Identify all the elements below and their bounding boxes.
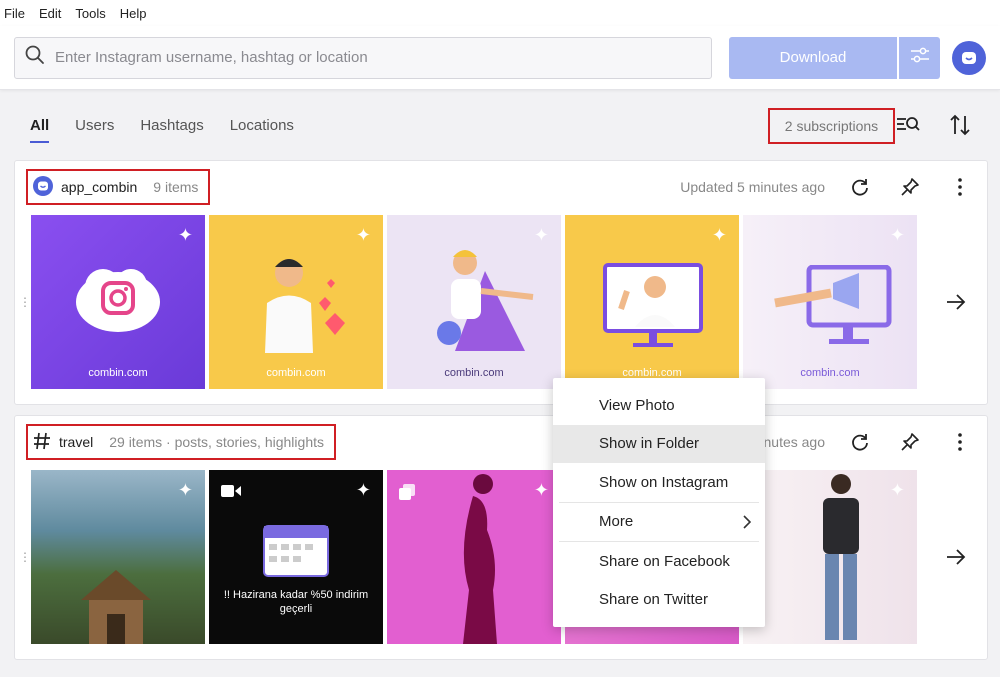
sparkle-icon: ✦ — [889, 480, 905, 500]
user-avatar-icon — [33, 175, 53, 199]
hashtag-icon — [33, 432, 51, 453]
search-input[interactable] — [55, 49, 655, 66]
thumbnail-caption: combin.com — [266, 367, 326, 379]
video-icon — [221, 484, 241, 503]
item-count: 9 items — [153, 179, 199, 195]
sparkle-icon: ✦ — [533, 480, 549, 500]
menu-bar: File Edit Tools Help — [0, 0, 1000, 26]
media-thumbnail[interactable]: ✦ — [31, 470, 205, 644]
media-thumbnail[interactable]: ✦ combin.com — [209, 215, 383, 389]
list-search-icon[interactable] — [896, 114, 922, 139]
sort-icon[interactable] — [950, 114, 970, 141]
menu-item-share-twitter[interactable]: Share on Twitter — [553, 581, 765, 620]
filter-button[interactable] — [899, 36, 940, 79]
tab-users[interactable]: Users — [75, 90, 114, 160]
subscription-name[interactable]: travel — [59, 434, 93, 450]
refresh-icon[interactable] — [849, 431, 871, 453]
tab-locations[interactable]: Locations — [230, 90, 294, 160]
media-thumbnail[interactable]: ✦ — [743, 470, 917, 644]
updated-time: nutes ago — [763, 434, 826, 450]
pin-icon[interactable] — [899, 176, 921, 198]
account-avatar[interactable] — [952, 40, 986, 75]
media-thumbnail[interactable]: ✦ combin.com — [387, 215, 561, 389]
tab-hashtags[interactable]: Hashtags — [140, 90, 203, 160]
tab-all[interactable]: All — [30, 90, 50, 160]
search-box[interactable] — [14, 36, 712, 79]
menu-item-more-label: More — [599, 513, 634, 531]
download-button[interactable]: Download — [729, 36, 897, 79]
pin-icon[interactable] — [899, 431, 921, 453]
thumbnail-caption: combin.com — [88, 367, 148, 379]
subscription-card-user: app_combin 9 items Updated 5 minutes ago… — [14, 160, 988, 405]
menu-tools[interactable]: Tools — [75, 6, 105, 21]
thumbnail-caption: !! Hazirana kadar %50 indirim geçerli — [223, 589, 369, 615]
filter-tabs: All Users Hashtags Locations 2 subscript… — [0, 90, 1000, 160]
more-options-icon[interactable] — [949, 176, 971, 198]
media-thumbnail[interactable]: ✦ !! Hazirana kadar %50 indirim geçerli — [209, 470, 383, 644]
menu-help[interactable]: Help — [120, 6, 147, 21]
media-thumbnail[interactable]: ✦ — [387, 470, 561, 644]
sparkle-icon: ✦ — [177, 225, 193, 245]
updated-time: Updated 5 minutes ago — [680, 179, 825, 195]
arrow-right-icon[interactable] — [945, 291, 967, 313]
menu-item-show-on-instagram[interactable]: Show on Instagram — [553, 463, 765, 502]
refresh-icon[interactable] — [849, 176, 871, 198]
menu-item-show-in-folder[interactable]: Show in Folder — [553, 424, 765, 463]
menu-item-share-facebook[interactable]: Share on Facebook — [553, 542, 765, 581]
thumbnail-caption: combin.com — [800, 367, 860, 379]
sparkle-icon: ✦ — [355, 480, 371, 500]
context-menu: View Photo Show in Folder Show on Instag… — [553, 378, 765, 627]
media-thumbnail[interactable]: ✦ combin.com — [565, 215, 739, 389]
menu-file[interactable]: File — [4, 6, 25, 21]
item-count: 29 items · posts, stories, highlights — [109, 434, 324, 450]
carousel-icon — [399, 484, 415, 505]
arrow-right-icon[interactable] — [945, 546, 967, 568]
subscriptions-count: 2 subscriptions — [768, 108, 895, 144]
search-icon — [25, 45, 45, 70]
menu-edit[interactable]: Edit — [39, 6, 61, 21]
sparkle-icon: ✦ — [177, 480, 193, 500]
menu-item-view-photo[interactable]: View Photo — [553, 386, 765, 425]
more-options-icon[interactable] — [949, 431, 971, 453]
menu-item-more[interactable]: More — [553, 503, 765, 542]
subscription-card-hashtag: travel 29 items · posts, stories, highli… — [14, 415, 988, 660]
subscription-label: travel 29 items · posts, stories, highli… — [26, 424, 336, 460]
subscription-label: app_combin 9 items — [26, 169, 211, 205]
sparkle-icon: ✦ — [355, 225, 371, 245]
chevron-right-icon — [743, 514, 752, 533]
thumbnail-caption: combin.com — [444, 367, 504, 379]
media-thumbnail[interactable]: ✦ combin.com — [743, 215, 917, 389]
top-bar: Download — [0, 26, 1000, 90]
media-thumbnail[interactable]: ✦ combin.com — [31, 215, 205, 389]
media-strip: ✦ ✦ !! Hazirana kadar %50 indirim geçerl… — [31, 470, 921, 644]
sliders-icon — [909, 45, 931, 70]
sparkle-icon: ✦ — [711, 225, 727, 245]
subscription-name[interactable]: app_combin — [61, 179, 137, 195]
sparkle-icon: ✦ — [889, 225, 905, 245]
media-strip: ✦ combin.com ✦ combin.com ✦ combin.com ✦… — [31, 215, 921, 389]
